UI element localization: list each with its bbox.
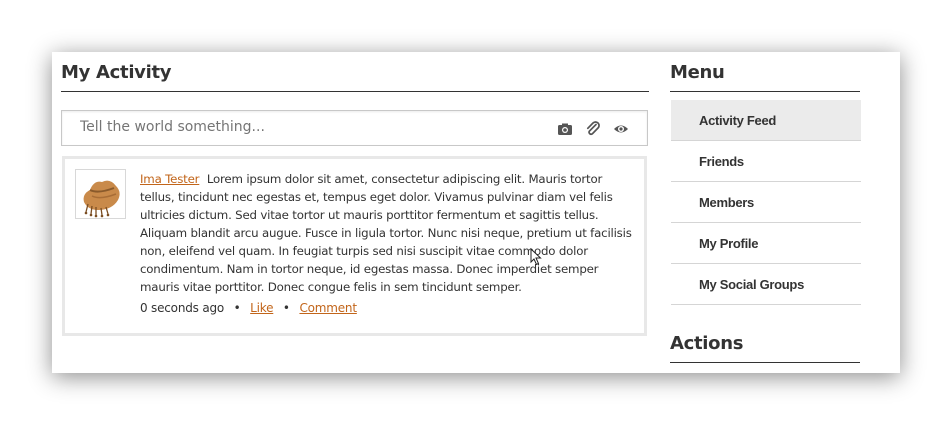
activity-post: Ima Tester Lorem ipsum dolor sit amet, c… xyxy=(62,156,647,336)
eye-icon[interactable] xyxy=(613,121,629,137)
actions-title: Actions xyxy=(670,333,744,354)
status-input[interactable] xyxy=(80,119,510,135)
cowboy-hat-icon xyxy=(83,180,120,218)
camera-icon[interactable] xyxy=(557,121,573,137)
sidebar-item-my-profile[interactable]: My Profile xyxy=(671,223,861,264)
app-window: My Activity Tell the world something... … xyxy=(52,52,900,373)
menu-divider xyxy=(670,91,860,92)
post-text: Lorem ipsum dolor sit amet, consectetur … xyxy=(140,172,632,294)
page-title: My Activity xyxy=(61,62,172,83)
sidebar-item-friends[interactable]: Friends xyxy=(671,141,861,182)
like-link[interactable]: Like xyxy=(250,301,273,315)
comment-link[interactable]: Comment xyxy=(299,301,357,315)
sidebar-item-members[interactable]: Members xyxy=(671,182,861,223)
title-divider xyxy=(61,91,649,92)
composer-toolbar xyxy=(557,121,629,137)
post-content: Ima Tester Lorem ipsum dolor sit amet, c… xyxy=(140,170,635,296)
paperclip-icon[interactable] xyxy=(585,121,601,137)
sidebar-item-activity-feed[interactable]: Activity Feed xyxy=(671,100,861,141)
sidebar-item-my-social-groups[interactable]: My Social Groups xyxy=(671,264,861,305)
menu-title: Menu xyxy=(670,62,725,83)
author-link[interactable]: Ima Tester xyxy=(140,172,199,186)
sidebar-menu: Activity Feed Friends Members My Profile… xyxy=(671,100,861,305)
separator: • xyxy=(233,301,241,315)
status-composer[interactable] xyxy=(61,110,648,146)
mouse-cursor-icon xyxy=(530,248,542,266)
actions-divider xyxy=(670,362,860,363)
avatar[interactable] xyxy=(75,169,126,219)
separator: • xyxy=(282,301,290,315)
post-meta: 0 seconds ago • Like • Comment xyxy=(140,301,357,315)
post-timestamp: 0 seconds ago xyxy=(140,301,225,315)
